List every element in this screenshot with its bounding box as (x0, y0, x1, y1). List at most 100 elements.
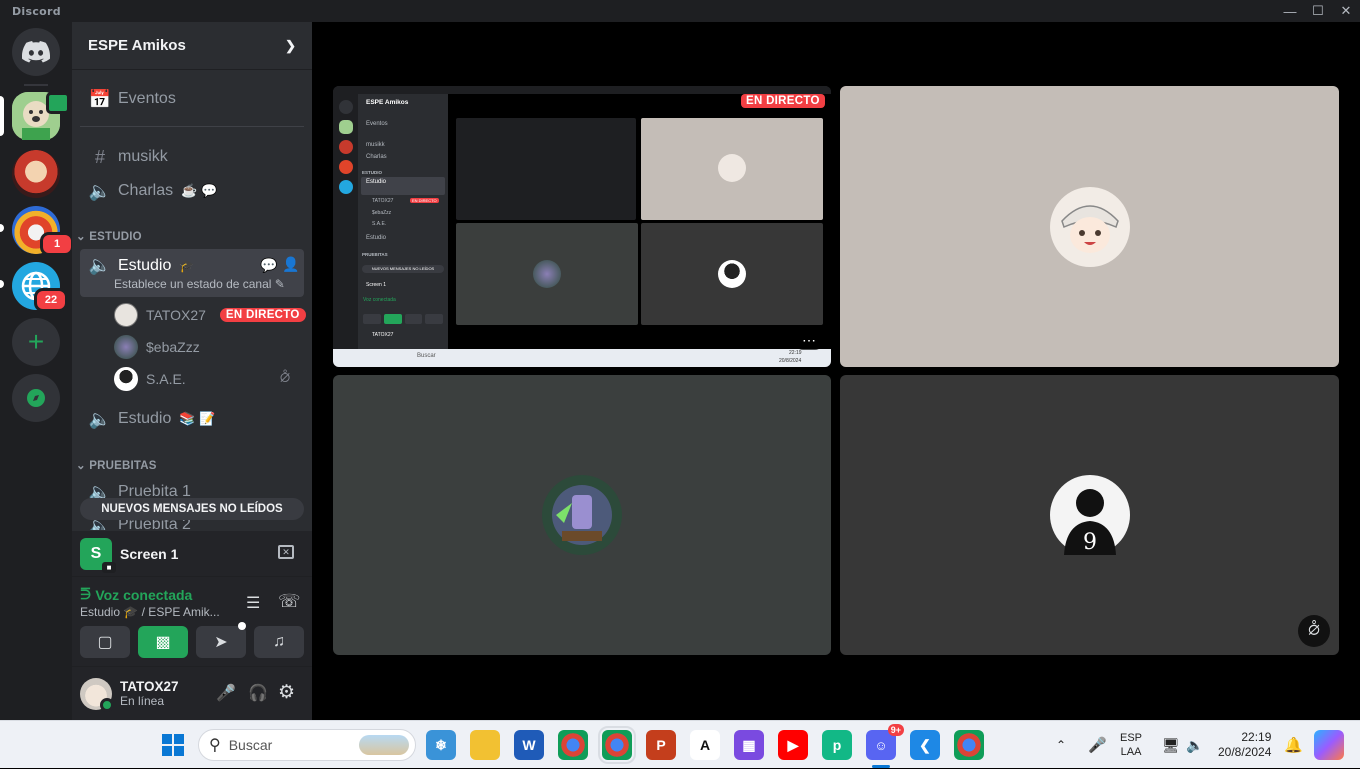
app-a-icon[interactable]: A (690, 730, 720, 760)
new-messages-banner[interactable]: NUEVOS MENSAJES NO LEÍDOS (80, 498, 304, 520)
more-options-icon[interactable]: ⋯ (795, 333, 823, 350)
user-avatar[interactable] (80, 677, 114, 712)
word-icon[interactable]: W (514, 730, 544, 760)
voice-status[interactable]: ⋽ Voz conectada (80, 587, 192, 603)
chat-bubble-icon[interactable]: 💬 (260, 257, 277, 274)
events-label: Eventos (118, 90, 176, 107)
live-badge: EN DIRECTO (219, 308, 306, 322)
participant-tile-tatox27[interactable] (840, 86, 1339, 367)
user-info[interactable]: TATOX27 En línea (120, 679, 179, 708)
svg-text:9: 9 (1083, 530, 1097, 555)
vscode-icon[interactable]: ❮ (910, 730, 940, 760)
search-icon: ⚲ (209, 737, 221, 754)
participant-tile-sae[interactable]: 9 ⦲ (840, 375, 1339, 655)
server-4[interactable]: 22 (0, 262, 68, 312)
pencil-icon: ✎ (274, 277, 285, 291)
tray-chevron-icon[interactable]: ⌃ (1056, 721, 1066, 769)
soundboard-button[interactable]: ♫ (254, 626, 304, 658)
tray-mic-icon[interactable]: 🎤 (1088, 721, 1107, 769)
stop-stream-icon[interactable]: ✕ (278, 545, 294, 559)
channel-charlas[interactable]: 🔈 Charlas ☕ 💬 (80, 176, 304, 206)
server-header[interactable]: ESPE Amikos ❯ (72, 22, 312, 70)
clock-time: 22:19 (1241, 730, 1272, 744)
user-status: En línea (120, 694, 165, 708)
settings-gear-icon[interactable]: ⚙ (278, 681, 295, 704)
voice-user-tatox27[interactable]: TATOX27 EN DIRECTO (114, 303, 306, 327)
add-server-button[interactable]: + (12, 318, 60, 366)
headphones-icon[interactable]: 🎧 (248, 683, 268, 703)
minimize-icon[interactable]: — (1276, 0, 1304, 22)
close-icon[interactable]: ✕ (1332, 0, 1360, 22)
category-estudio[interactable]: ⌄ ESTUDIO (76, 229, 142, 243)
coffee-emoji-icon: ☕ 💬 (181, 183, 218, 198)
server-espe-amikos[interactable] (0, 92, 70, 140)
active-pill (0, 96, 4, 136)
events-item[interactable]: 📅 Eventos (80, 84, 304, 114)
copilot-icon[interactable] (1314, 730, 1344, 760)
discord-taskbar-icon[interactable]: ☺ 9+ (866, 724, 904, 760)
microphone-icon[interactable]: 🎤 (216, 683, 236, 703)
noise-suppression-icon[interactable]: ☰ (246, 593, 260, 613)
voice-user-name: TATOX27 (146, 307, 206, 323)
share-screen-button[interactable]: ▩ (138, 626, 188, 658)
channel-musikk[interactable]: # musikk (80, 142, 304, 172)
nested-text: Screen 1 (366, 282, 387, 288)
voice-user-sae[interactable]: S.A.E. ⦲ (114, 367, 304, 391)
live-badge: EN DIRECTO (741, 94, 825, 108)
books-emoji-icon: 🎓 (179, 258, 195, 273)
disconnect-icon[interactable]: ☏ (278, 591, 301, 612)
app-p-icon[interactable]: p (822, 730, 852, 760)
clock[interactable]: 22:19 20/8/2024 (1218, 721, 1271, 769)
nested-stage (448, 94, 831, 349)
title-bar: Discord — ☐ ✕ (0, 0, 1360, 22)
app-title: Discord (12, 4, 61, 18)
start-button[interactable] (158, 730, 188, 760)
input-language[interactable]: ESP LAA (1120, 721, 1142, 769)
taskbar-search[interactable]: ⚲ Buscar (198, 729, 416, 761)
file-explorer-icon[interactable] (470, 730, 500, 760)
channel-estudio-2[interactable]: 🔈 Estudio 📚 📝 (80, 404, 304, 434)
voice-user-sebazzz[interactable]: $ebaZzz (114, 335, 200, 359)
invite-user-icon[interactable]: 👤 (282, 256, 299, 273)
participant-tile-sebazzz[interactable] (333, 375, 831, 655)
server-name: ESPE Amikos (88, 37, 186, 54)
chrome-profile-2-icon[interactable] (598, 726, 636, 764)
server-3[interactable]: 1 (0, 206, 74, 256)
chrome-profile-1-icon[interactable] (558, 730, 588, 760)
plus-icon: + (27, 326, 45, 357)
maximize-icon[interactable]: ☐ (1304, 0, 1332, 22)
activity-button[interactable]: ➤ (196, 622, 246, 658)
nested-titlebar (333, 86, 831, 94)
channel-label: musikk (118, 148, 168, 165)
nested-text: PRUEBITAS (362, 252, 388, 257)
nested-text: Buscar (417, 353, 436, 359)
voice-server: / ESPE Amik... (141, 605, 220, 619)
screen-share-icon: ▩ (155, 634, 171, 651)
stream-tile[interactable]: ESPE Amikos Eventos musikk Charlas ESTUD… (333, 86, 831, 367)
home-button[interactable] (12, 28, 60, 76)
nested-text: Eventos (366, 121, 388, 127)
nested-text: NUEVOS MENSAJES NO LEÍDOS (362, 265, 444, 273)
channel-sidebar: ESPE Amikos ❯ 📅 Eventos # musikk 🔈 Charl… (72, 22, 312, 720)
widgets-icon[interactable]: ❄ (426, 730, 456, 760)
channel-estudio-active[interactable]: 🔈 Estudio 🎓 💬 👤 Establece un estado de c… (80, 249, 304, 297)
channel-status[interactable]: Establece un estado de canal ✎ (114, 277, 285, 291)
voice-location[interactable]: Estudio 🎓 / ESPE Amik... (80, 605, 220, 619)
chrome-icon[interactable] (954, 730, 984, 760)
category-pruebitas[interactable]: ⌄ PRUEBITAS (76, 458, 157, 472)
server-2[interactable] (12, 150, 60, 198)
compass-icon (27, 389, 45, 407)
youtube-icon[interactable]: ▶ (778, 730, 808, 760)
notifications-bell-icon[interactable]: 🔔 (1284, 721, 1303, 769)
camera-off-button[interactable]: ▢ (80, 626, 130, 658)
network-icon[interactable]: 🖥 (1162, 721, 1180, 769)
discover-button[interactable] (12, 374, 60, 422)
rocket-icon: ➤ (214, 634, 228, 651)
powerpoint-icon[interactable]: P (646, 730, 676, 760)
volume-icon[interactable]: 🔈 (1186, 721, 1203, 769)
nested-text: ESTUDIO (362, 170, 383, 175)
nested-text: S.A.E. (372, 221, 387, 227)
lang-layout: LAA (1120, 746, 1142, 758)
nested-text: Estudio (366, 235, 387, 241)
clapper-icon[interactable]: ▦ (734, 730, 764, 760)
